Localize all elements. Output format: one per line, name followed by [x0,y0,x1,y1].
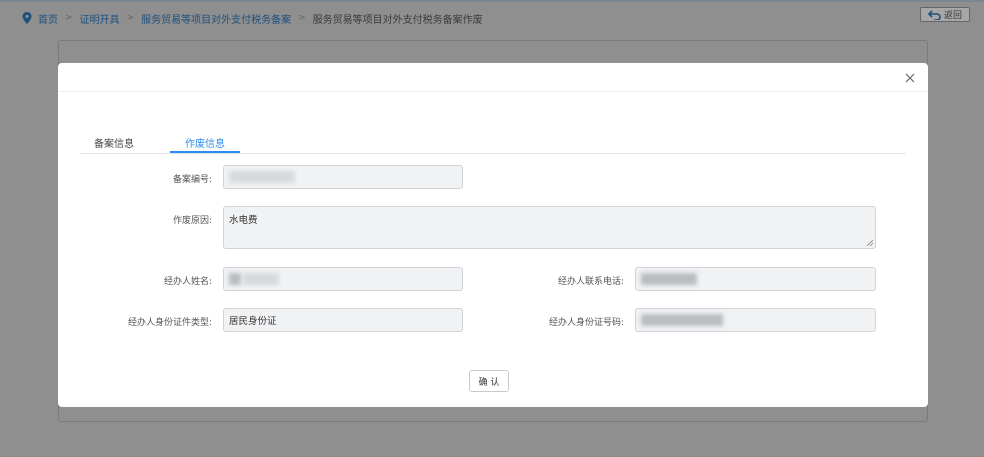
back-button-label: 返回 [943,11,962,21]
agent-phone-label: 经办人联系电话: [557,277,624,287]
back-button[interactable]: 返回 [920,7,970,22]
redaction-mask [243,273,279,285]
breadcrumb-separator-icon: > [298,13,306,23]
breadcrumb: 首页 > 证明开具 > 服务贸易等项目对外支付税务备案 > 服务贸易等项目对外支… [22,10,483,26]
agent-id-type-field[interactable]: 居民身份证 [223,308,463,332]
resize-handle-icon[interactable] [867,240,873,246]
filing-no-label: 备案编号: [172,175,212,185]
breadcrumb-separator-icon: > [126,13,135,23]
redaction-mask [641,314,723,326]
modal-header [58,63,928,92]
void-reason-value: 水电费 [229,215,258,226]
void-reason-textarea[interactable]: 水电费 [223,206,876,249]
tab-bar: 备案信息 作废信息 [80,133,906,154]
agent-phone-field[interactable] [635,267,876,291]
breadcrumb-current: 服务贸易等项目对外支付税务备案作废 [312,14,483,26]
breadcrumb-separator-icon: > [65,13,73,23]
location-pin-icon [22,12,32,24]
agent-id-no-label: 经办人身份证号码: [548,318,624,328]
agent-name-label: 经办人姓名: [163,277,212,287]
agent-id-no-field[interactable] [635,308,876,332]
void-filing-modal: 备案信息 作废信息 备案编号: 作废原因: 水电费 经办人姓名: 经办人联系电话… [58,63,928,407]
agent-id-type-value: 居民身份证 [229,316,277,327]
agent-name-field[interactable] [223,267,463,291]
agent-id-type-label: 经办人身份证件类型: [127,318,212,328]
tab-void-info[interactable]: 作废信息 [170,135,240,153]
void-reason-label: 作废原因: [172,216,212,226]
close-icon[interactable] [904,72,916,84]
breadcrumb-certificate[interactable]: 证明开具 [80,11,120,26]
filing-no-field[interactable] [223,165,463,189]
redaction-mask [641,273,697,285]
breadcrumb-filing[interactable]: 服务贸易等项目对外支付税务备案 [141,11,291,26]
confirm-button[interactable]: 确 认 [469,370,509,392]
redaction-mask [229,171,295,183]
redaction-mask [229,273,241,285]
top-border [0,0,984,2]
tab-filing-info[interactable]: 备案信息 [94,135,134,153]
return-arrow-icon [927,9,941,20]
breadcrumb-home[interactable]: 首页 [38,11,58,26]
